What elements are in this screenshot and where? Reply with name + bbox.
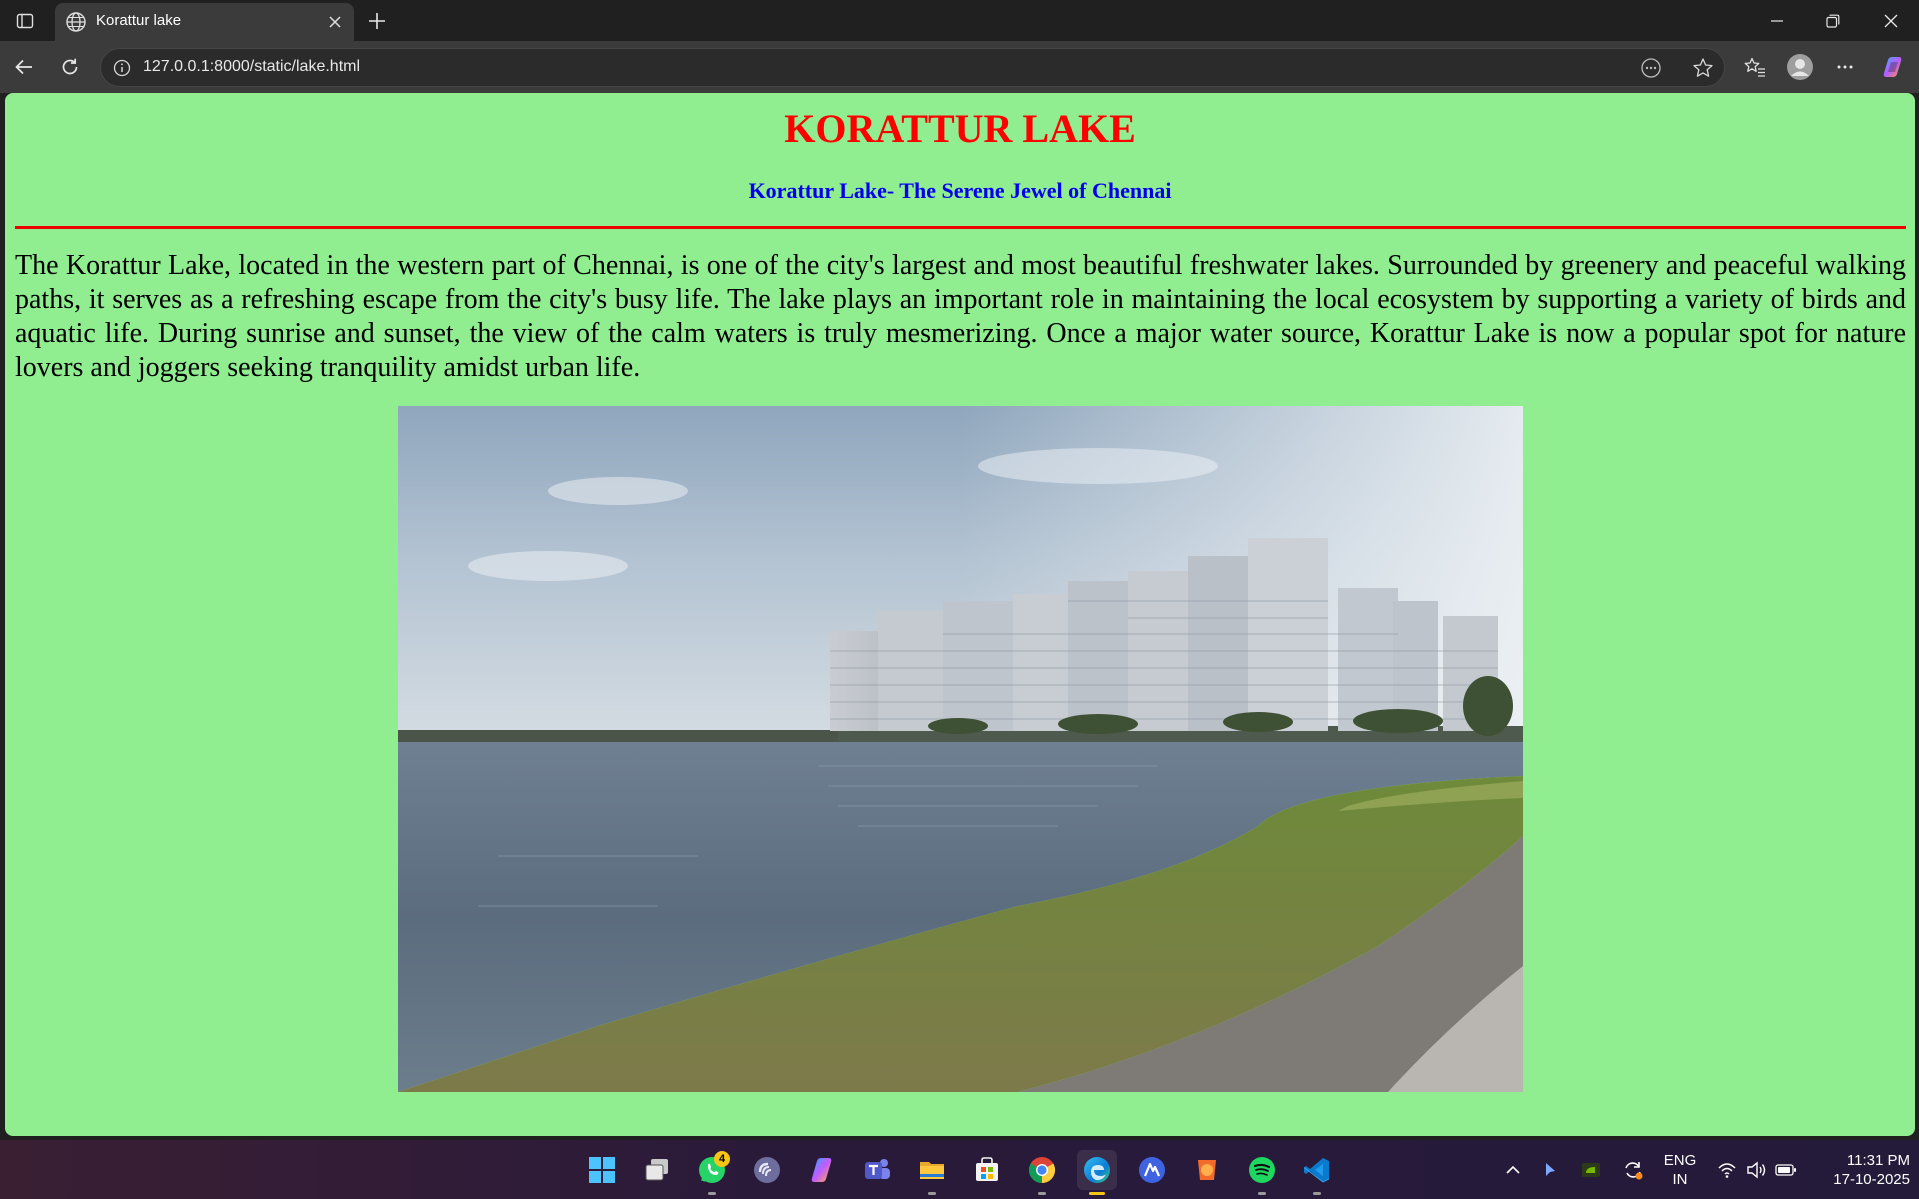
running-indicator-active <box>1089 1192 1105 1195</box>
site-info-icon[interactable] <box>111 57 133 79</box>
running-indicator <box>1038 1192 1046 1195</box>
app-a-icon[interactable] <box>1132 1150 1172 1190</box>
copilot-icon[interactable] <box>1876 50 1910 84</box>
language-code: ENG <box>1663 1152 1697 1169</box>
region-code: IN <box>1672 1171 1688 1188</box>
favorites-list-icon[interactable] <box>1738 50 1772 84</box>
address-bar[interactable]: 127.0.0.1:8000/static/lake.html <box>100 48 1725 87</box>
clock-time: 11:31 PM <box>1846 1152 1910 1169</box>
tab-actions-icon[interactable] <box>10 8 40 34</box>
tab-title: Korattur lake <box>96 12 182 29</box>
refresh-icon[interactable] <box>53 50 87 84</box>
page-title: KORATTUR LAKE <box>784 106 1136 151</box>
running-indicator <box>1313 1192 1321 1195</box>
page-subtitle: Korattur Lake- The Serene Jewel of Chenn… <box>748 178 1172 203</box>
whatsapp-badge: 4 <box>714 1151 730 1167</box>
file-explorer-icon[interactable] <box>912 1150 952 1195</box>
reading-mode-icon[interactable] <box>1638 56 1664 80</box>
spotify-icon[interactable] <box>1242 1150 1282 1195</box>
orange-app-icon[interactable] <box>1187 1150 1227 1190</box>
back-arrow-icon[interactable] <box>7 50 41 84</box>
more-options-icon[interactable] <box>1828 50 1862 84</box>
browser-tabstrip: Korattur lake <box>0 0 1919 41</box>
task-view-icon[interactable] <box>637 1150 677 1190</box>
close-tab-icon[interactable] <box>324 11 346 33</box>
edge-icon[interactable] <box>1077 1150 1117 1195</box>
volume-icon[interactable] <box>1746 1159 1768 1181</box>
running-indicator <box>708 1192 716 1195</box>
profile-avatar-icon[interactable] <box>1783 50 1817 84</box>
battery-icon[interactable] <box>1775 1159 1797 1181</box>
minimize-button[interactable] <box>1749 0 1805 41</box>
vscode-icon[interactable] <box>1297 1150 1337 1195</box>
tray-cursor-app-icon[interactable] <box>1539 1159 1561 1181</box>
nvidia-icon[interactable] <box>1580 1159 1602 1181</box>
page-paragraph: The Korattur Lake, located in the wester… <box>15 250 1906 383</box>
browser-tab-active[interactable]: Korattur lake <box>55 3 354 41</box>
lake-photo <box>398 406 1523 1092</box>
show-hidden-icons-chevron-icon[interactable] <box>1502 1159 1524 1181</box>
globe-icon <box>65 11 87 33</box>
browser-toolbar: 127.0.0.1:8000/static/lake.html <box>0 41 1919 93</box>
running-indicator <box>1258 1192 1266 1195</box>
whatsapp-icon[interactable]: 4 <box>692 1150 732 1195</box>
windows-taskbar: 4 ENG IN 11:31 PM 17-10-2025 <box>0 1140 1919 1199</box>
horizontal-rule <box>15 226 1906 229</box>
wifi-icon[interactable] <box>1716 1159 1738 1181</box>
new-tab-button[interactable] <box>363 7 391 35</box>
favorite-star-icon[interactable] <box>1690 56 1716 80</box>
windows-start-icon[interactable] <box>582 1150 622 1190</box>
microsoft-store-icon[interactable] <box>967 1150 1007 1190</box>
url-text[interactable]: 127.0.0.1:8000/static/lake.html <box>143 58 360 76</box>
sync-update-icon[interactable] <box>1622 1159 1644 1181</box>
close-window-button[interactable] <box>1863 0 1919 41</box>
running-indicator <box>928 1192 936 1195</box>
clock-date: 17-10-2025 <box>1833 1171 1910 1188</box>
chrome-icon[interactable] <box>1022 1150 1062 1195</box>
restore-button[interactable] <box>1805 0 1861 41</box>
teams-icon[interactable] <box>857 1150 897 1190</box>
language-indicator[interactable]: ENG IN <box>1660 1151 1700 1189</box>
copilot-round-icon[interactable] <box>747 1150 787 1190</box>
clock[interactable]: 11:31 PM 17-10-2025 <box>1810 1151 1910 1189</box>
copilot-app-icon[interactable] <box>802 1150 842 1190</box>
page-viewport: KORATTUR LAKE Korattur Lake- The Serene … <box>5 93 1915 1136</box>
